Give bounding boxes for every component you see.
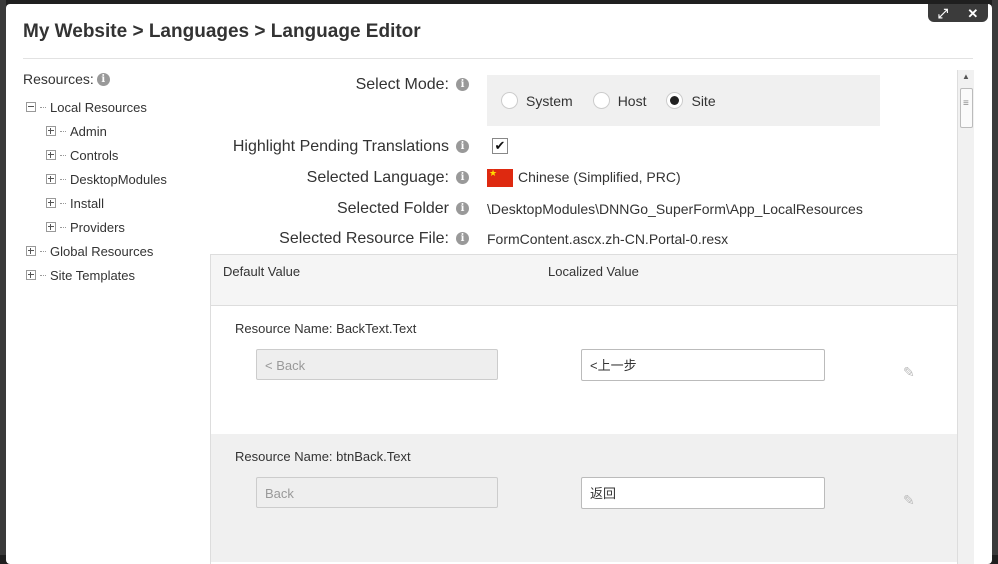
- backdrop-right: [992, 0, 998, 555]
- localized-value-input[interactable]: <上一步: [581, 349, 825, 381]
- info-icon[interactable]: i: [456, 78, 469, 91]
- resources-label: Resources: i: [23, 71, 203, 87]
- localized-value-input[interactable]: 返回: [581, 477, 825, 509]
- radio-label[interactable]: Host: [618, 93, 647, 109]
- radio-circle[interactable]: [592, 92, 610, 109]
- expand-icon[interactable]: [46, 150, 56, 160]
- default-value-field: < Back: [256, 349, 498, 380]
- resource-tree: Resources: i Local Resources Admin Contr…: [23, 71, 203, 287]
- tree-node-controls[interactable]: Controls: [23, 143, 203, 167]
- tree-node-label[interactable]: Admin: [70, 124, 107, 139]
- china-flag-icon: [487, 168, 513, 188]
- tree-node-desktopmodules[interactable]: DesktopModules: [23, 167, 203, 191]
- window-controls: ⤢ ✕: [928, 4, 988, 22]
- tree-node-label[interactable]: Site Templates: [50, 268, 135, 283]
- radio-host[interactable]: Host: [592, 92, 647, 109]
- resource-file-label-text: Selected Resource File:: [279, 230, 449, 247]
- tree-node-label[interactable]: Controls: [70, 148, 118, 163]
- tree-node-label[interactable]: Local Resources: [50, 100, 147, 115]
- language-value: Chinese (Simplified, PRC): [487, 168, 681, 188]
- tree-node-providers[interactable]: Providers: [23, 215, 203, 239]
- expand-icon[interactable]: [46, 198, 56, 208]
- radio-label[interactable]: System: [526, 93, 573, 109]
- language-label-text: Selected Language:: [306, 169, 449, 186]
- tree-node-global-resources[interactable]: Global Resources: [23, 239, 203, 263]
- expand-icon[interactable]: ⤢: [938, 7, 948, 20]
- info-icon[interactable]: i: [456, 232, 469, 245]
- folder-value: \DesktopModules\DNNGo_SuperForm\App_Loca…: [487, 201, 863, 217]
- select-mode-label-text: Select Mode:: [355, 76, 449, 93]
- expand-icon[interactable]: [46, 126, 56, 136]
- expand-icon[interactable]: [46, 222, 56, 232]
- collapse-icon[interactable]: [26, 102, 36, 112]
- resource-file-label: Selected Resource File: i: [186, 230, 473, 250]
- language-value-text: Chinese (Simplified, PRC): [518, 169, 681, 185]
- col-default-value: Default Value: [223, 264, 301, 279]
- tree-node-label[interactable]: Install: [70, 196, 104, 211]
- title-divider: [23, 58, 973, 59]
- highlight-label-text: Highlight Pending Translations: [232, 138, 449, 155]
- resource-name: Resource Name: btnBack.Text: [235, 449, 411, 464]
- col-localized-value: Localized Value: [548, 264, 639, 279]
- folder-label: Selected Folder i: [186, 200, 473, 220]
- pencil-icon[interactable]: ✎: [903, 364, 915, 381]
- info-icon[interactable]: i: [96, 72, 110, 86]
- radio-label[interactable]: Site: [691, 93, 715, 109]
- tree-node-label[interactable]: DesktopModules: [70, 172, 167, 187]
- expand-icon[interactable]: [46, 174, 56, 184]
- resource-row: Resource Name: btnBack.Text Back 返回 ✎: [211, 434, 958, 562]
- pencil-icon[interactable]: ✎: [903, 492, 915, 509]
- scrollbar-thumb[interactable]: [960, 88, 973, 128]
- resource-row: Resource Name: BackText.Text < Back <上一步…: [211, 306, 958, 434]
- radio-circle-selected[interactable]: [666, 92, 684, 109]
- highlight-checkbox[interactable]: ✔: [492, 138, 508, 154]
- tree-node-site-templates[interactable]: Site Templates: [23, 263, 203, 287]
- tree-node-install[interactable]: Install: [23, 191, 203, 215]
- info-icon[interactable]: i: [456, 202, 469, 215]
- tree-node-label[interactable]: Global Resources: [50, 244, 153, 259]
- expand-icon[interactable]: [26, 270, 36, 280]
- resources-label-text: Resources:: [23, 71, 94, 87]
- language-editor-dialog: ⤢ ✕ My Website > Languages > Language Ed…: [6, 4, 992, 564]
- tree-node-label[interactable]: Providers: [70, 220, 125, 235]
- info-icon[interactable]: i: [456, 171, 469, 184]
- tree-node-admin[interactable]: Admin: [23, 119, 203, 143]
- default-value-field: Back: [256, 477, 498, 508]
- close-icon[interactable]: ✕: [967, 7, 978, 20]
- grid-header: Default Value Localized Value: [211, 255, 958, 306]
- resource-grid: Default Value Localized Value Resource N…: [210, 254, 959, 564]
- mode-radio-group: System Host Site: [487, 75, 880, 126]
- tree-node-local-resources[interactable]: Local Resources: [23, 95, 203, 119]
- radio-system[interactable]: System: [501, 92, 573, 109]
- vertical-scrollbar[interactable]: ▲: [957, 70, 974, 564]
- info-icon[interactable]: i: [456, 140, 469, 153]
- resource-name: Resource Name: BackText.Text: [235, 321, 417, 336]
- scroll-up-icon[interactable]: ▲: [958, 70, 974, 84]
- page-title: My Website > Languages > Language Editor: [23, 21, 421, 42]
- resource-file-value: FormContent.ascx.zh-CN.Portal-0.resx: [487, 231, 729, 247]
- radio-site[interactable]: Site: [666, 92, 716, 109]
- expand-icon[interactable]: [26, 246, 36, 256]
- folder-label-text: Selected Folder: [336, 200, 449, 217]
- select-mode-label: Select Mode: i: [186, 76, 473, 96]
- radio-circle[interactable]: [501, 92, 518, 109]
- language-label: Selected Language: i: [186, 169, 473, 189]
- highlight-label: Highlight Pending Translations i: [186, 138, 473, 158]
